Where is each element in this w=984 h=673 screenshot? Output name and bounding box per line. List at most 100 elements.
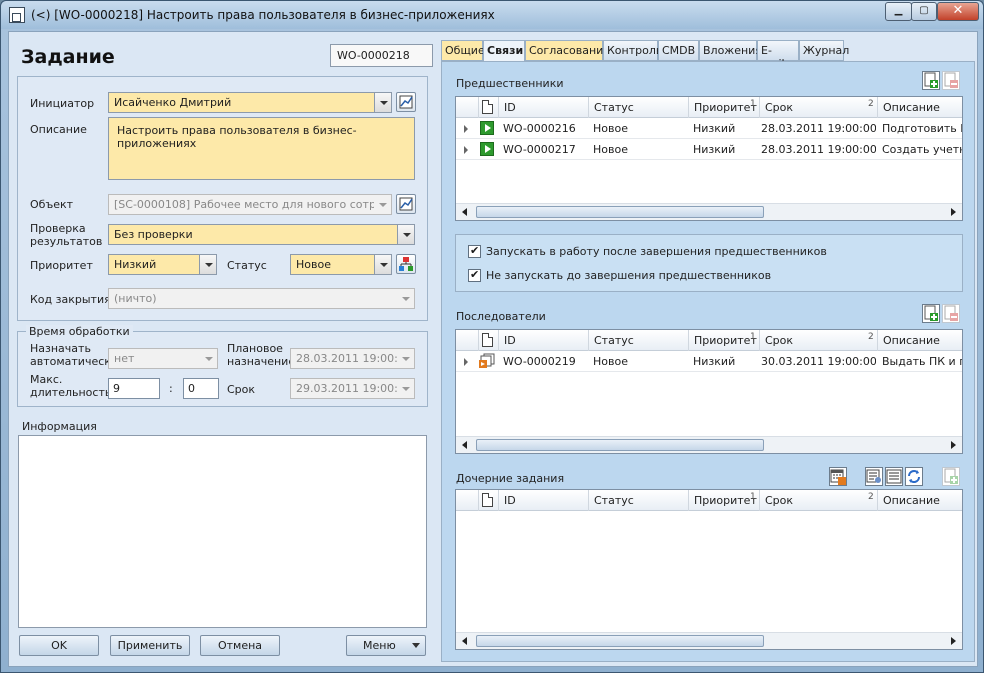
menu-button[interactable]: Меню xyxy=(346,635,426,656)
col-status[interactable]: Статус xyxy=(588,97,688,118)
col-id[interactable]: ID xyxy=(498,97,588,118)
chevron-down-icon[interactable] xyxy=(397,349,414,368)
hours-input[interactable]: 9 xyxy=(108,378,160,399)
minutes-input[interactable]: 0 xyxy=(183,378,219,399)
tab-cmdb[interactable]: CMDB xyxy=(658,40,699,61)
status-combo[interactable]: Новое xyxy=(290,254,392,275)
child-list-button[interactable] xyxy=(885,467,903,486)
initiator-combo[interactable]: Исайченко Дмитрий xyxy=(108,92,392,113)
tab-approval[interactable]: Согласование xyxy=(525,40,610,61)
child-properties-button[interactable] xyxy=(865,467,883,486)
col-id[interactable]: ID xyxy=(498,330,588,351)
scroll-thumb[interactable] xyxy=(476,635,764,647)
col-due[interactable]: Срок xyxy=(759,97,877,118)
minimize-button[interactable]: ▁ xyxy=(885,2,912,21)
due-combo[interactable]: 29.03.2011 19:00:00 xyxy=(290,378,415,399)
col-status[interactable]: Статус xyxy=(588,490,688,511)
expand-icon[interactable] xyxy=(464,358,468,366)
description-label: Описание xyxy=(30,123,87,136)
task-number-field[interactable]: WO-0000218 xyxy=(330,44,433,67)
start-after-checkbox[interactable] xyxy=(468,244,481,258)
remove-predecessor-button[interactable] xyxy=(942,71,960,90)
expand-icon[interactable] xyxy=(464,146,468,154)
tab-email[interactable]: E-mail xyxy=(757,40,799,70)
object-combo[interactable]: [SC-0000108] Рабочее место для нового со… xyxy=(108,194,392,215)
chevron-down-icon[interactable] xyxy=(374,93,391,112)
title-bar[interactable]: (<) [WO-0000218] Настроить права пользов… xyxy=(1,1,983,29)
col-id[interactable]: ID xyxy=(498,490,588,511)
add-icon xyxy=(924,305,938,321)
main-fields-group: Инициатор Исайченко Дмитрий Описание Нас… xyxy=(17,76,428,321)
object-open-button[interactable] xyxy=(396,194,416,214)
scroll-right-icon[interactable] xyxy=(951,208,956,216)
scroll-thumb[interactable] xyxy=(476,439,764,451)
scroll-right-icon[interactable] xyxy=(951,637,956,645)
initiator-open-button[interactable] xyxy=(396,92,416,112)
followers-grid[interactable]: ID Статус Приоритет 1 Срок 2 Описание WO… xyxy=(455,329,963,454)
scroll-left-icon[interactable] xyxy=(462,441,467,449)
children-grid[interactable]: ID Статус Приоритет 1 Срок 2 Описание xyxy=(455,489,963,650)
chevron-down-icon[interactable] xyxy=(200,349,217,368)
chevron-down-icon[interactable] xyxy=(374,255,391,274)
scroll-thumb[interactable] xyxy=(476,206,764,218)
menu-label: Меню xyxy=(363,639,396,652)
check-combo[interactable]: Без проверки xyxy=(108,224,415,245)
col-due[interactable]: Срок xyxy=(759,490,877,511)
tab-journal[interactable]: Журнал xyxy=(799,40,849,61)
chart-icon xyxy=(399,197,413,211)
info-field[interactable] xyxy=(18,435,427,628)
chevron-down-icon[interactable] xyxy=(374,195,391,214)
horizontal-scrollbar[interactable] xyxy=(456,203,962,220)
processing-group: Время обработки Назначать автоматически … xyxy=(17,325,428,407)
closecode-combo[interactable]: (ничто) xyxy=(108,288,415,309)
tab-links[interactable]: Связи xyxy=(483,40,525,62)
chevron-down-icon[interactable] xyxy=(199,255,216,274)
col-description[interactable]: Описание xyxy=(877,330,962,351)
child-sync-button[interactable] xyxy=(905,467,923,486)
description-field[interactable]: Настроить права пользователя в бизнес-пр… xyxy=(108,117,415,180)
col-description[interactable]: Описание xyxy=(877,490,962,511)
tab-general[interactable]: Общие xyxy=(441,40,485,61)
table-row[interactable]: WO-0000217 Новое Низкий 28.03.2011 19:00… xyxy=(456,139,962,160)
expand-icon[interactable] xyxy=(464,125,468,133)
priority-label: Приоритет xyxy=(30,259,93,272)
maximize-button[interactable]: ▢ xyxy=(911,2,937,21)
table-row[interactable]: WO-0000219 Новое Низкий 30.03.2011 19:00… xyxy=(456,351,962,372)
chevron-down-icon[interactable] xyxy=(397,225,414,244)
tab-control[interactable]: Контроль xyxy=(603,40,662,61)
remove-follower-button[interactable] xyxy=(942,304,960,323)
col-due[interactable]: Срок xyxy=(759,330,877,351)
col-priority[interactable]: Приоритет xyxy=(688,330,758,351)
schedule-child-button[interactable] xyxy=(829,467,847,486)
col-status[interactable]: Статус xyxy=(588,330,688,351)
check-value: Без проверки xyxy=(114,228,193,241)
horizontal-scrollbar[interactable] xyxy=(456,632,962,649)
priority-combo[interactable]: Низкий xyxy=(108,254,217,275)
scroll-right-icon[interactable] xyxy=(951,441,956,449)
col-priority[interactable]: Приоритет xyxy=(688,97,758,118)
col-description[interactable]: Описание xyxy=(877,97,962,118)
apply-button[interactable]: Применить xyxy=(110,635,190,656)
tab-attachments[interactable]: Вложения xyxy=(699,40,762,61)
auto-combo[interactable]: нет xyxy=(108,348,218,369)
cancel-button[interactable]: Отмена xyxy=(200,635,280,656)
horizontal-scrollbar[interactable] xyxy=(456,436,962,453)
workflow-button[interactable] xyxy=(396,254,416,274)
add-child-button[interactable] xyxy=(942,467,960,486)
planned-value: 28.03.2011 19:00:00 xyxy=(296,352,412,365)
table-row[interactable]: WO-0000216 Новое Низкий 28.03.2011 19:00… xyxy=(456,118,962,139)
add-predecessor-button[interactable] xyxy=(922,71,940,90)
predecessors-grid[interactable]: ID Статус Приоритет 1 Срок 2 Описание WO… xyxy=(455,96,963,221)
scroll-left-icon[interactable] xyxy=(462,637,467,645)
scroll-left-icon[interactable] xyxy=(462,208,467,216)
add-follower-button[interactable] xyxy=(922,304,940,323)
chevron-down-icon[interactable] xyxy=(397,379,414,398)
delete-icon xyxy=(944,72,958,88)
chevron-down-icon[interactable] xyxy=(397,289,414,308)
col-priority[interactable]: Приоритет xyxy=(688,490,758,511)
row-priority: Низкий xyxy=(693,143,736,156)
planned-combo[interactable]: 28.03.2011 19:00:00 xyxy=(290,348,415,369)
no-start-checkbox[interactable] xyxy=(468,268,481,282)
ok-button[interactable]: OK xyxy=(19,635,99,656)
close-button[interactable]: ✕ xyxy=(937,2,979,21)
